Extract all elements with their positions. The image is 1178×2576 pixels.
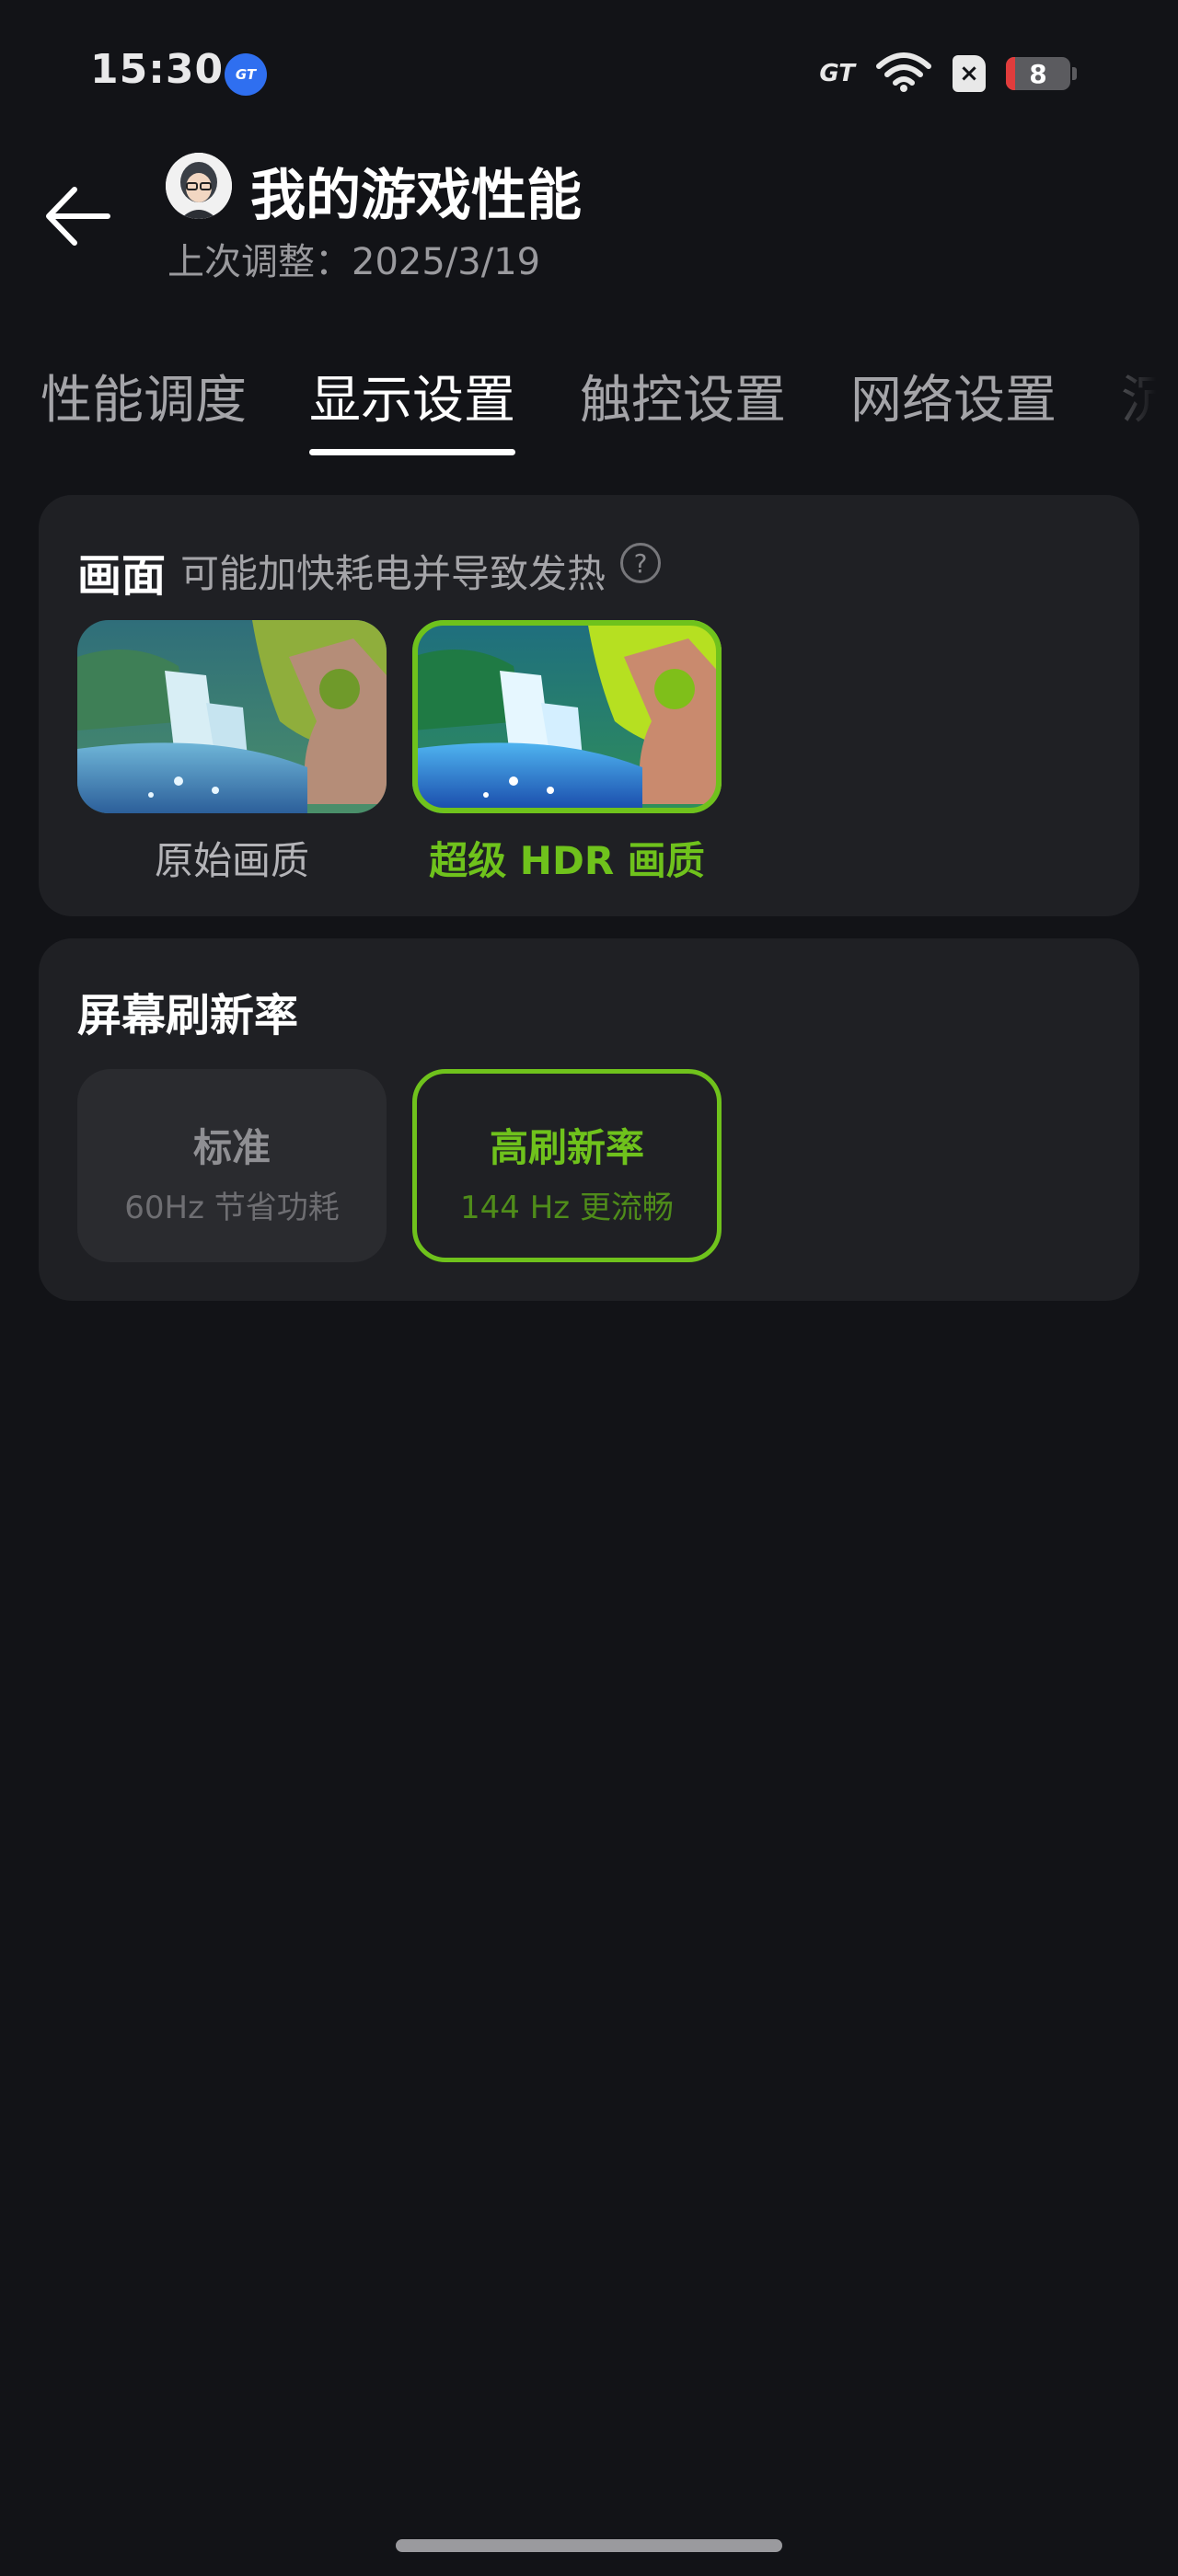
page-title: 我的游戏性能 (250, 164, 582, 228)
super-hdr-quality-thumbnail (412, 620, 722, 813)
arrow-left-icon (46, 187, 110, 246)
settings-tabs: 性能调度 显示设置 触控设置 网络设置 沉 (0, 350, 1178, 460)
home-indicator[interactable] (396, 2539, 782, 2552)
picture-section-title: 画面 (77, 550, 167, 602)
help-icon[interactable]: ? (620, 543, 661, 583)
battery-icon: 8 (1006, 57, 1070, 90)
original-quality-label: 原始画质 (154, 838, 309, 883)
tab-touch[interactable]: 触控设置 (580, 359, 786, 433)
tabs-fade-overlay (1068, 350, 1178, 460)
original-quality-option[interactable] (77, 620, 387, 813)
refresh-rate-title: 屏幕刷新率 (77, 990, 299, 1041)
wifi-icon (875, 52, 932, 96)
page-header: 我的游戏性能 上次调整：2025/3/19 (0, 147, 1178, 304)
last-adjusted-date: 上次调整：2025/3/19 (167, 241, 541, 283)
picture-quality-card: 画面 可能加快耗电并导致发热 ? 原始画质 超级 HDR 画质 (39, 495, 1139, 916)
super-hdr-quality-option[interactable] (412, 620, 722, 813)
battery-fill (1006, 57, 1015, 90)
gt-app-icon: GT (225, 53, 267, 96)
tab-network[interactable]: 网络设置 (850, 359, 1057, 433)
original-quality-thumbnail (77, 620, 387, 813)
status-icons: GT × 8 (819, 52, 1077, 96)
standard-refresh-name: 标准 (192, 1125, 271, 1170)
tab-display[interactable]: 显示设置 (309, 359, 515, 433)
sim-icon: × (953, 55, 986, 92)
super-hdr-quality-label: 超级 HDR 画质 (429, 838, 705, 883)
battery-level: 8 (1029, 58, 1047, 89)
picture-section-hint: 可能加快耗电并导致发热 (180, 551, 606, 596)
avatar (166, 153, 232, 219)
refresh-rate-card: 屏幕刷新率 标准 60Hz 节省功耗 高刷新率 144 Hz 更流畅 (39, 938, 1139, 1301)
tab-performance[interactable]: 性能调度 (40, 359, 247, 433)
standard-refresh-option[interactable]: 标准 60Hz 节省功耗 (77, 1069, 387, 1262)
high-refresh-option[interactable]: 高刷新率 144 Hz 更流畅 (412, 1069, 722, 1262)
status-bar: 15:30 GT GT × 8 (0, 0, 1178, 147)
standard-refresh-desc: 60Hz 节省功耗 (124, 1190, 340, 1226)
battery-cap (1072, 67, 1077, 80)
high-refresh-desc: 144 Hz 更流畅 (460, 1190, 674, 1226)
gt-mode-icon: GT (819, 60, 855, 87)
high-refresh-name: 高刷新率 (489, 1125, 644, 1170)
active-tab-indicator (309, 449, 515, 455)
back-button[interactable] (37, 175, 120, 258)
status-time: 15:30 (90, 46, 225, 93)
